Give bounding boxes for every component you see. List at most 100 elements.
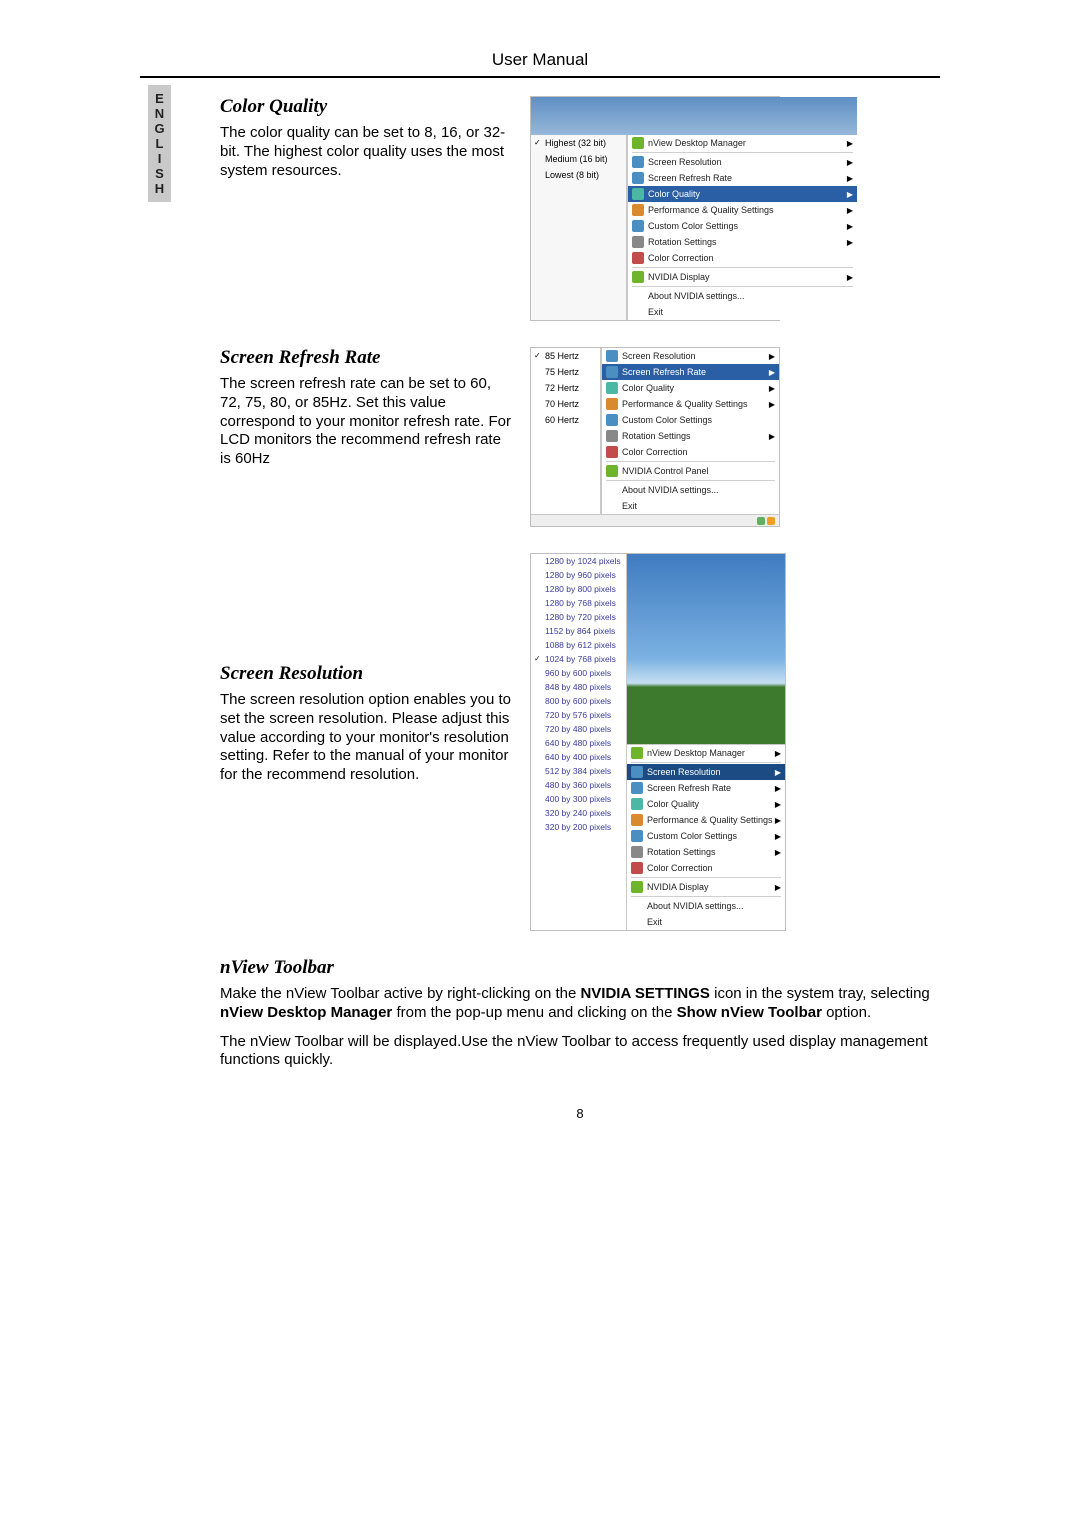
menu-item[interactable]: Color Correction [602, 444, 779, 460]
perf-icon [631, 814, 643, 826]
menu-item[interactable]: About NVIDIA settings... [628, 288, 857, 304]
menu-item[interactable]: 640 by 480 pixels [531, 736, 626, 750]
menu-item[interactable]: Color Quality▶ [628, 186, 857, 202]
menu-item[interactable]: Color Correction [628, 250, 857, 266]
nvidia-icon [632, 271, 644, 283]
menu-item[interactable]: About NVIDIA settings... [627, 898, 785, 914]
chevron-right-icon: ▶ [775, 883, 781, 892]
menu-item[interactable]: Screen Resolution▶ [627, 764, 785, 780]
menu-item[interactable]: Highest (32 bit) [531, 135, 626, 151]
menu-item[interactable]: Exit [627, 914, 785, 930]
menu-item[interactable]: 512 by 384 pixels [531, 764, 626, 778]
tray-icon[interactable] [767, 517, 775, 525]
menu-item[interactable]: nView Desktop Manager▶ [628, 135, 857, 151]
context-menu: nView Desktop Manager▶ Screen Resolution… [627, 135, 857, 320]
menu-item[interactable]: Custom Color Settings▶ [627, 828, 785, 844]
menu-item[interactable]: 320 by 200 pixels [531, 820, 626, 834]
refresh-submenu: 85 Hertz 75 Hertz 72 Hertz 70 Hertz 60 H… [531, 348, 601, 514]
menu-item[interactable]: 1280 by 1024 pixels [531, 554, 626, 568]
menu-item[interactable]: NVIDIA Display▶ [627, 879, 785, 895]
menu-item[interactable]: 1280 by 800 pixels [531, 582, 626, 596]
menu-item[interactable]: 70 Hertz [531, 396, 600, 412]
screenshot-color-quality: Highest (32 bit) Medium (16 bit) Lowest … [530, 96, 940, 321]
color-icon [606, 414, 618, 426]
menu-item[interactable]: Screen Resolution▶ [602, 348, 779, 364]
menu-item[interactable]: Screen Refresh Rate▶ [602, 364, 779, 380]
menu-item[interactable]: Performance & Quality Settings▶ [627, 812, 785, 828]
chevron-right-icon: ▶ [775, 832, 781, 841]
chevron-right-icon: ▶ [775, 749, 781, 758]
palette-icon [632, 188, 644, 200]
menu-item[interactable]: 1024 by 768 pixels [531, 652, 626, 666]
menu-item[interactable]: Screen Resolution▶ [628, 154, 857, 170]
refresh-icon [631, 782, 643, 794]
menu-item[interactable]: Lowest (8 bit) [531, 167, 626, 183]
menu-item[interactable]: Rotation Settings▶ [602, 428, 779, 444]
chevron-right-icon: ▶ [847, 222, 853, 231]
screenshot-resolution: 1280 by 1024 pixels1280 by 960 pixels128… [530, 553, 940, 931]
menu-item[interactable]: 1088 by 612 pixels [531, 638, 626, 652]
color-correction-icon [606, 446, 618, 458]
refresh-icon [606, 366, 618, 378]
menu-item[interactable]: 72 Hertz [531, 380, 600, 396]
menu-item[interactable]: NVIDIA Control Panel [602, 463, 779, 479]
blank-icon [631, 916, 643, 928]
menu-item[interactable]: 720 by 576 pixels [531, 708, 626, 722]
section-title: Screen Refresh Rate [220, 347, 514, 369]
perf-icon [632, 204, 644, 216]
page-number: 8 [220, 1106, 940, 1121]
menu-item[interactable]: Custom Color Settings [602, 412, 779, 428]
screenshot-refresh-rate: 85 Hertz 75 Hertz 72 Hertz 70 Hertz 60 H… [530, 347, 940, 527]
monitor-icon [631, 766, 643, 778]
perf-icon [606, 398, 618, 410]
menu-item[interactable]: 640 by 400 pixels [531, 750, 626, 764]
tray-icon[interactable] [757, 517, 765, 525]
menu-item[interactable]: 75 Hertz [531, 364, 600, 380]
menu-item[interactable]: Color Quality▶ [627, 796, 785, 812]
menu-item[interactable]: Exit [602, 498, 779, 514]
menu-item[interactable]: Rotation Settings▶ [628, 234, 857, 250]
section-resolution: Screen Resolution The screen resolution … [220, 553, 940, 931]
main-content: Color Quality The color quality can be s… [220, 96, 940, 1121]
menu-item[interactable]: About NVIDIA settings... [602, 482, 779, 498]
menu-item[interactable]: Color Correction [627, 860, 785, 876]
chevron-right-icon: ▶ [775, 816, 781, 825]
menu-item[interactable]: NVIDIA Display▶ [628, 269, 857, 285]
menu-item[interactable]: Medium (16 bit) [531, 151, 626, 167]
menu-item[interactable]: 1280 by 768 pixels [531, 596, 626, 610]
nvidia-icon [632, 137, 644, 149]
menu-item[interactable]: 60 Hertz [531, 412, 600, 428]
menu-item[interactable]: 720 by 480 pixels [531, 722, 626, 736]
menu-item[interactable]: 480 by 360 pixels [531, 778, 626, 792]
menu-item[interactable]: Rotation Settings▶ [627, 844, 785, 860]
rotate-icon [606, 430, 618, 442]
menu-item[interactable]: Color Quality▶ [602, 380, 779, 396]
chevron-right-icon: ▶ [847, 273, 853, 282]
menu-item[interactable]: 85 Hertz [531, 348, 600, 364]
chevron-right-icon: ▶ [769, 384, 775, 393]
menu-item[interactable]: 800 by 600 pixels [531, 694, 626, 708]
menu-item[interactable]: 400 by 300 pixels [531, 792, 626, 806]
menu-item[interactable]: Performance & Quality Settings▶ [628, 202, 857, 218]
chevron-right-icon: ▶ [775, 768, 781, 777]
menu-item[interactable]: 320 by 240 pixels [531, 806, 626, 820]
menu-item[interactable]: 1280 by 720 pixels [531, 610, 626, 624]
header-rule [140, 76, 940, 78]
menu-item[interactable]: Exit [628, 304, 857, 320]
blank-icon [632, 290, 644, 302]
section-title: Color Quality [220, 96, 514, 118]
chevron-right-icon: ▶ [769, 352, 775, 361]
menu-item[interactable]: Performance & Quality Settings▶ [602, 396, 779, 412]
menu-item[interactable]: nView Desktop Manager▶ [627, 745, 785, 761]
monitor-icon [606, 350, 618, 362]
menu-item[interactable]: Custom Color Settings▶ [628, 218, 857, 234]
chevron-right-icon: ▶ [769, 400, 775, 409]
nvidia-icon [631, 747, 643, 759]
menu-item[interactable]: Screen Refresh Rate▶ [628, 170, 857, 186]
menu-item[interactable]: Screen Refresh Rate▶ [627, 780, 785, 796]
menu-item[interactable]: 960 by 600 pixels [531, 666, 626, 680]
menu-item[interactable]: 848 by 480 pixels [531, 680, 626, 694]
menu-item[interactable]: 1152 by 864 pixels [531, 624, 626, 638]
section-title: nView Toolbar [220, 957, 940, 979]
menu-item[interactable]: 1280 by 960 pixels [531, 568, 626, 582]
